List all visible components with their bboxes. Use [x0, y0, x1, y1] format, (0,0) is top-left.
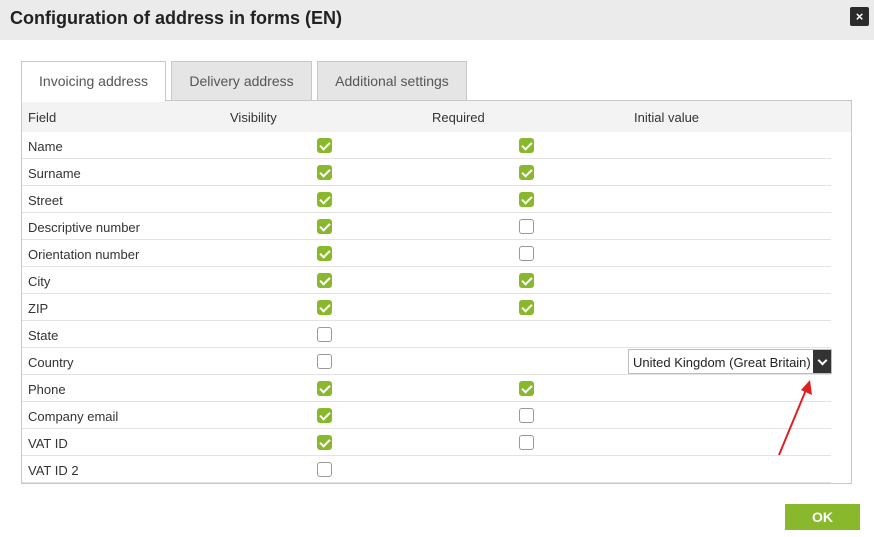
visibility-checkbox[interactable] [317, 327, 332, 342]
table-row-surname: Surname [22, 159, 831, 186]
field-label: Surname [28, 166, 81, 181]
table-row-zip: ZIP [22, 294, 831, 321]
table-row-company-email: Company email [22, 402, 831, 429]
field-label: Orientation number [28, 247, 140, 262]
field-label: City [28, 274, 51, 289]
required-checkbox[interactable] [519, 381, 534, 396]
table-row-city: City [22, 267, 831, 294]
required-checkbox[interactable] [519, 273, 534, 288]
initial-value-text: United Kingdom (Great Britain) [633, 355, 811, 370]
required-checkbox[interactable] [519, 219, 534, 234]
table-row-street: Street [22, 186, 831, 213]
table-row-orientation-number: Orientation number [22, 240, 831, 267]
table-row-phone: Phone [22, 375, 831, 402]
visibility-checkbox[interactable] [317, 381, 332, 396]
table-row-descriptive-number: Descriptive number [22, 213, 831, 240]
table-row-vat-id: VAT ID [22, 429, 831, 456]
visibility-checkbox[interactable] [317, 408, 332, 423]
required-checkbox[interactable] [519, 408, 534, 423]
required-checkbox[interactable] [519, 165, 534, 180]
table-row-state: State [22, 321, 831, 348]
visibility-checkbox[interactable] [317, 462, 332, 477]
field-label: VAT ID [28, 436, 68, 451]
visibility-checkbox[interactable] [317, 192, 332, 207]
required-checkbox[interactable] [519, 192, 534, 207]
field-label: Company email [28, 409, 119, 424]
tab-delivery-address[interactable]: Delivery address [171, 61, 312, 101]
field-label: Street [28, 193, 63, 208]
field-label: ZIP [28, 301, 49, 316]
field-label: Name [28, 139, 63, 154]
fields-table: Field Visibility Required Initial value … [21, 100, 852, 484]
dialog-title: Configuration of address in forms (EN) [10, 8, 343, 28]
visibility-checkbox[interactable] [317, 435, 332, 450]
table-row-name: Name [22, 132, 831, 159]
dialog-titlebar: Configuration of address in forms (EN) × [0, 0, 874, 40]
close-icon: × [855, 9, 864, 24]
ok-button[interactable]: OK [785, 504, 860, 530]
visibility-checkbox[interactable] [317, 165, 332, 180]
field-label: VAT ID 2 [28, 463, 79, 478]
visibility-checkbox[interactable] [317, 273, 332, 288]
column-header-field: Field [28, 110, 57, 125]
chevron-down-icon[interactable] [813, 350, 831, 373]
visibility-checkbox[interactable] [317, 300, 332, 315]
table-row-vat-id-2: VAT ID 2 [22, 456, 831, 483]
visibility-checkbox[interactable] [317, 138, 332, 153]
table-row-country: Country United Kingdom (Great Britain) [22, 348, 832, 375]
visibility-checkbox[interactable] [317, 354, 332, 369]
visibility-checkbox[interactable] [317, 246, 332, 261]
column-header-visibility: Visibility [230, 110, 277, 125]
initial-value-select[interactable]: United Kingdom (Great Britain) [628, 349, 832, 374]
field-label: State [28, 328, 59, 343]
visibility-checkbox[interactable] [317, 219, 332, 234]
required-checkbox[interactable] [519, 246, 534, 261]
required-checkbox[interactable] [519, 435, 534, 450]
table-header: Field Visibility Required Initial value [22, 101, 851, 132]
close-button[interactable]: × [850, 7, 869, 26]
field-label: Country [28, 355, 74, 370]
required-checkbox[interactable] [519, 300, 534, 315]
tab-additional-settings[interactable]: Additional settings [317, 61, 467, 101]
tab-invoicing-address[interactable]: Invoicing address [21, 61, 166, 102]
column-header-required: Required [432, 110, 485, 125]
required-checkbox[interactable] [519, 138, 534, 153]
field-label: Descriptive number [28, 220, 140, 235]
field-label: Phone [28, 382, 66, 397]
column-header-initial-value: Initial value [634, 110, 700, 125]
